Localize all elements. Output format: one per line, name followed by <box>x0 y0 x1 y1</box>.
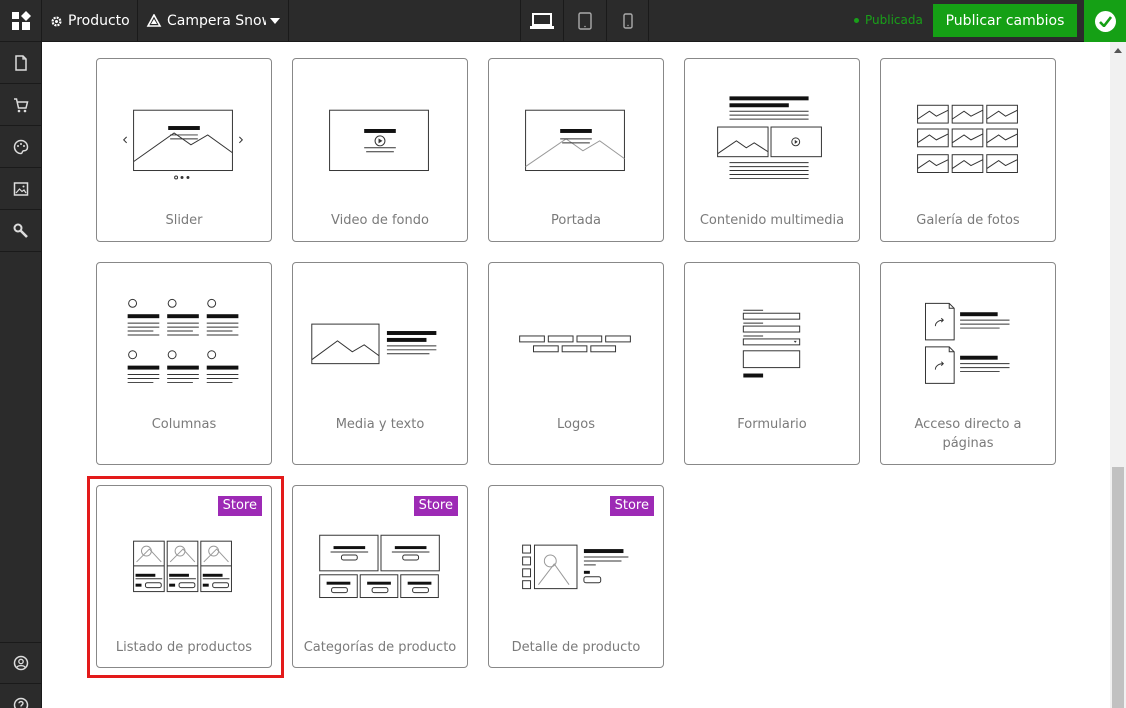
section-card-product-categories[interactable]: Store Categorías de producto <box>292 485 468 668</box>
sidebar-item-pages[interactable] <box>0 42 41 84</box>
product-categories-illustration <box>319 534 440 599</box>
card-label: Video de fondo <box>331 213 429 228</box>
card-label: Galería de fotos <box>916 213 1020 228</box>
card-label: Logos <box>557 417 595 432</box>
card-label: Slider <box>165 213 203 228</box>
section-card-logos[interactable]: Logos <box>488 262 664 465</box>
check-icon <box>1094 10 1116 32</box>
section-card-media-text[interactable]: Media y texto <box>292 262 468 465</box>
sidebar-item-account[interactable] <box>0 642 41 684</box>
media-text-illustration <box>311 323 437 365</box>
section-card-gallery[interactable]: Galería de fotos <box>880 58 1056 242</box>
tablet-view-button[interactable] <box>563 0 606 42</box>
sidebar-item-store[interactable] <box>0 84 41 126</box>
section-card-product-list[interactable]: Store Listado de productos <box>96 485 272 668</box>
publish-status: Publicada <box>854 13 923 27</box>
section-card-slider[interactable]: Slider <box>96 58 272 242</box>
cart-icon <box>13 97 28 112</box>
desktop-view-button[interactable] <box>520 0 563 42</box>
section-card-video[interactable]: Video de fondo <box>292 58 468 242</box>
slider-illustration <box>122 109 244 180</box>
section-card-page-shortcuts[interactable]: Acceso directo a páginas <box>880 262 1056 465</box>
device-switcher <box>520 0 649 42</box>
scrollbar-thumb[interactable] <box>1112 467 1124 708</box>
gallery-illustration <box>917 104 1018 173</box>
status-label: Publicada <box>865 13 923 27</box>
card-label: Portada <box>551 213 601 228</box>
card-label: Listado de productos <box>115 640 253 655</box>
gear-icon <box>50 15 63 28</box>
chevron-down-icon <box>270 18 280 24</box>
sidebar-item-design[interactable] <box>0 126 41 168</box>
wrench-icon <box>13 223 28 238</box>
mobile-view-button[interactable] <box>606 0 649 42</box>
card-label: Formulario <box>737 417 807 432</box>
status-dot-icon <box>854 17 859 23</box>
section-card-columns[interactable]: Columnas <box>96 262 272 465</box>
columns-illustration <box>127 298 239 383</box>
tablet-icon <box>578 12 592 30</box>
image-icon <box>13 181 28 196</box>
section-card-form[interactable]: Formulario <box>684 262 860 465</box>
page-shortcuts-illustration <box>924 302 1010 384</box>
sidebar-item-media[interactable] <box>0 168 41 210</box>
producto-label: Producto <box>68 13 130 29</box>
section-library: Slider Video de fondo Portada Contenido … <box>42 42 1110 708</box>
page-selector-dropdown[interactable]: Campera Snow <box>138 0 289 42</box>
app-logo-icon[interactable] <box>0 0 42 42</box>
publish-changes-button[interactable]: Publicar cambios <box>933 4 1077 37</box>
scroll-up-arrow-icon[interactable] <box>1114 48 1122 53</box>
phone-icon <box>622 13 633 29</box>
multimedia-illustration <box>717 96 822 179</box>
check-button[interactable] <box>1084 0 1126 42</box>
sidebar-item-tools[interactable] <box>0 210 41 252</box>
product-detail-illustration <box>522 544 629 590</box>
card-label: Contenido multimedia <box>699 213 845 228</box>
product-list-illustration <box>133 540 232 593</box>
user-icon <box>13 655 28 671</box>
card-label: Columnas <box>151 417 217 432</box>
logos-illustration <box>519 335 631 353</box>
help-icon <box>13 697 28 708</box>
video-illustration <box>329 109 429 172</box>
palette-icon <box>13 139 28 154</box>
section-card-multimedia[interactable]: Contenido multimedia <box>684 58 860 242</box>
section-card-product-detail[interactable]: Store Detalle de producto <box>488 485 664 668</box>
cover-illustration <box>525 109 625 172</box>
vertical-scrollbar[interactable] <box>1110 42 1126 708</box>
card-label: Categorías de producto <box>303 640 457 655</box>
section-card-portada[interactable]: Portada <box>488 58 664 242</box>
sidebar-item-help[interactable] <box>0 684 41 708</box>
document-icon <box>14 54 27 71</box>
top-bar: Producto Campera Snow Publicada Publicar… <box>0 0 1126 42</box>
card-label: Acceso directo a páginas <box>914 417 1022 451</box>
form-illustration <box>742 309 801 378</box>
card-label: Detalle de producto <box>511 640 641 655</box>
laptop-icon <box>530 13 554 29</box>
recycle-icon <box>146 14 162 28</box>
sidebar <box>0 42 42 708</box>
page-selector-label: Campera Snow <box>167 13 266 29</box>
card-label: Media y texto <box>335 417 425 432</box>
producto-menu-button[interactable]: Producto <box>42 0 138 42</box>
